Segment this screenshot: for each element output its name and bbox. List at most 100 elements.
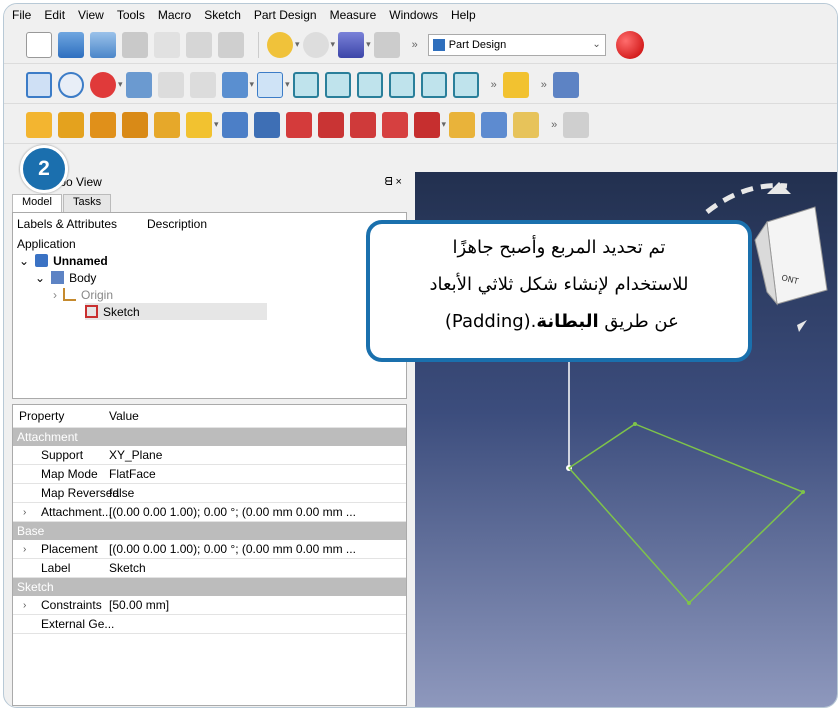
toolbar-overflow-icon[interactable]: » [551,119,557,131]
body-icon[interactable] [552,71,579,98]
new-document-icon[interactable] [26,31,52,58]
chevron-right-icon[interactable]: › [23,507,26,518]
primitive-dropdown-icon[interactable]: ▾ [214,119,219,130]
tree-item-origin[interactable]: › Origin [13,286,406,303]
toolbar-overflow-icon[interactable]: » [412,39,418,51]
redo-dropdown-icon[interactable]: ▾ [331,39,336,50]
chevron-right-icon[interactable]: › [23,600,26,611]
tree-item-body[interactable]: ⌄ Body [13,269,406,286]
additive-primitive-icon[interactable] [186,111,212,138]
hole-icon[interactable] [253,111,280,138]
additive-loft-icon[interactable] [90,111,116,138]
chevron-down-icon[interactable]: ⌄ [35,271,45,285]
tab-tasks[interactable]: Tasks [62,194,112,212]
right-view-icon[interactable] [388,71,415,98]
bounding-box-icon[interactable] [125,71,152,98]
property-value[interactable]: Sketch [109,561,406,575]
undo-icon[interactable] [267,31,293,58]
subtractive-loft-icon[interactable] [317,111,344,138]
subtractive-helix-icon[interactable] [381,111,408,138]
menu-help[interactable]: Help [451,8,476,22]
subtractive-primitive-icon[interactable] [413,111,440,138]
front-view-icon[interactable] [324,71,351,98]
copy-icon[interactable] [186,31,212,58]
cut-icon[interactable] [154,31,180,58]
tree-item-sketch[interactable]: Sketch [13,303,406,320]
toolbar-overflow-icon[interactable]: » [491,79,497,91]
property-group-header[interactable]: Attachment [13,428,406,446]
panel-controls[interactable]: ᗺ × [385,176,402,189]
property-row[interactable]: Map Reversed false [13,484,406,503]
sketch-square[interactable] [567,423,805,605]
pocket-icon[interactable] [221,111,248,138]
property-row[interactable]: Label Sketch [13,559,406,578]
measure-icon[interactable] [563,111,590,138]
menu-tools[interactable]: Tools [117,8,145,22]
chevron-right-icon[interactable]: › [53,288,57,302]
property-row[interactable]: › Placement [(0.00 0.00 1.00); 0.00 °; (0.… [13,540,406,559]
property-value[interactable]: false [109,486,406,500]
recompute-icon[interactable] [373,31,400,58]
property-group-header[interactable]: Base [13,522,406,540]
draw-style-dropdown-icon[interactable]: ▾ [118,79,123,90]
property-row[interactable]: External Ge... [13,615,406,634]
property-value[interactable]: FlatFace [109,467,406,481]
save-icon[interactable] [90,31,116,58]
draw-style-icon[interactable] [90,71,116,98]
property-value[interactable]: [(0.00 0.00 1.00); 0.00 °; (0.00 mm 0.00… [109,542,406,556]
redo-icon[interactable] [302,31,329,58]
print-icon[interactable] [122,31,148,58]
isometric-view-icon[interactable] [292,71,319,98]
rear-view-icon[interactable] [420,71,447,98]
menu-part-design[interactable]: Part Design [254,8,317,22]
menu-file[interactable]: File [12,8,31,22]
chevron-down-icon[interactable]: ⌄ [19,254,29,268]
property-row[interactable]: › Attachment... [(0.00 0.00 1.00); 0.00 °;… [13,503,406,522]
subtractive-pipe-icon[interactable] [349,111,376,138]
menu-sketch[interactable]: Sketch [204,8,241,22]
property-row[interactable]: Map Mode FlatFace [13,465,406,484]
part-icon[interactable] [502,71,529,98]
multi-transform-icon[interactable] [513,111,540,138]
linear-pattern-icon[interactable] [481,111,508,138]
toolbar-overflow-icon[interactable]: » [541,79,547,91]
fit-selection-icon[interactable] [58,71,84,98]
navcube-rotate-icon[interactable] [797,320,807,332]
tab-model[interactable]: Model [12,194,62,212]
fit-all-icon[interactable] [26,71,52,98]
forward-arrow-icon[interactable] [189,71,216,98]
pad-icon[interactable] [26,111,52,138]
workbench-selector[interactable]: Part Design ⌄ [427,33,606,56]
subtractive-dropdown-icon[interactable]: ▾ [442,119,447,130]
property-group-header[interactable]: Sketch [13,578,406,596]
property-row[interactable]: › Constraints [50.00 mm] [13,596,406,615]
paste-icon[interactable] [218,31,244,58]
record-macro-icon[interactable] [615,30,644,59]
std-views-icon[interactable] [221,71,248,98]
navcube-front-face[interactable] [766,206,828,305]
revolution-icon[interactable] [58,111,84,138]
tree-header-description[interactable]: Description [147,217,207,231]
back-arrow-icon[interactable] [157,71,184,98]
bottom-view-icon[interactable] [452,71,479,98]
sketch-vertex[interactable] [687,601,691,605]
check-dropdown-icon[interactable]: ▾ [366,39,371,50]
additive-pipe-icon[interactable] [122,111,148,138]
menu-windows[interactable]: Windows [389,8,438,22]
refresh-check-icon[interactable] [338,31,365,58]
undo-dropdown-icon[interactable]: ▾ [295,39,300,50]
menu-view[interactable]: View [78,8,104,22]
sketch-vertex[interactable] [633,422,637,426]
groove-icon[interactable] [285,111,312,138]
tree-item-unnamed[interactable]: ⌄ Unnamed [13,252,406,269]
open-icon[interactable] [58,31,84,58]
top-view-icon[interactable] [356,71,383,98]
tree-header-labels[interactable]: Labels & Attributes [17,217,147,231]
property-value[interactable]: XY_Plane [109,448,406,462]
zoom-icon[interactable] [257,71,284,98]
mirrored-icon[interactable] [449,111,476,138]
additive-helix-icon[interactable] [154,111,180,138]
property-value[interactable]: [50.00 mm] [109,598,406,612]
menu-measure[interactable]: Measure [330,8,377,22]
menu-macro[interactable]: Macro [158,8,191,22]
